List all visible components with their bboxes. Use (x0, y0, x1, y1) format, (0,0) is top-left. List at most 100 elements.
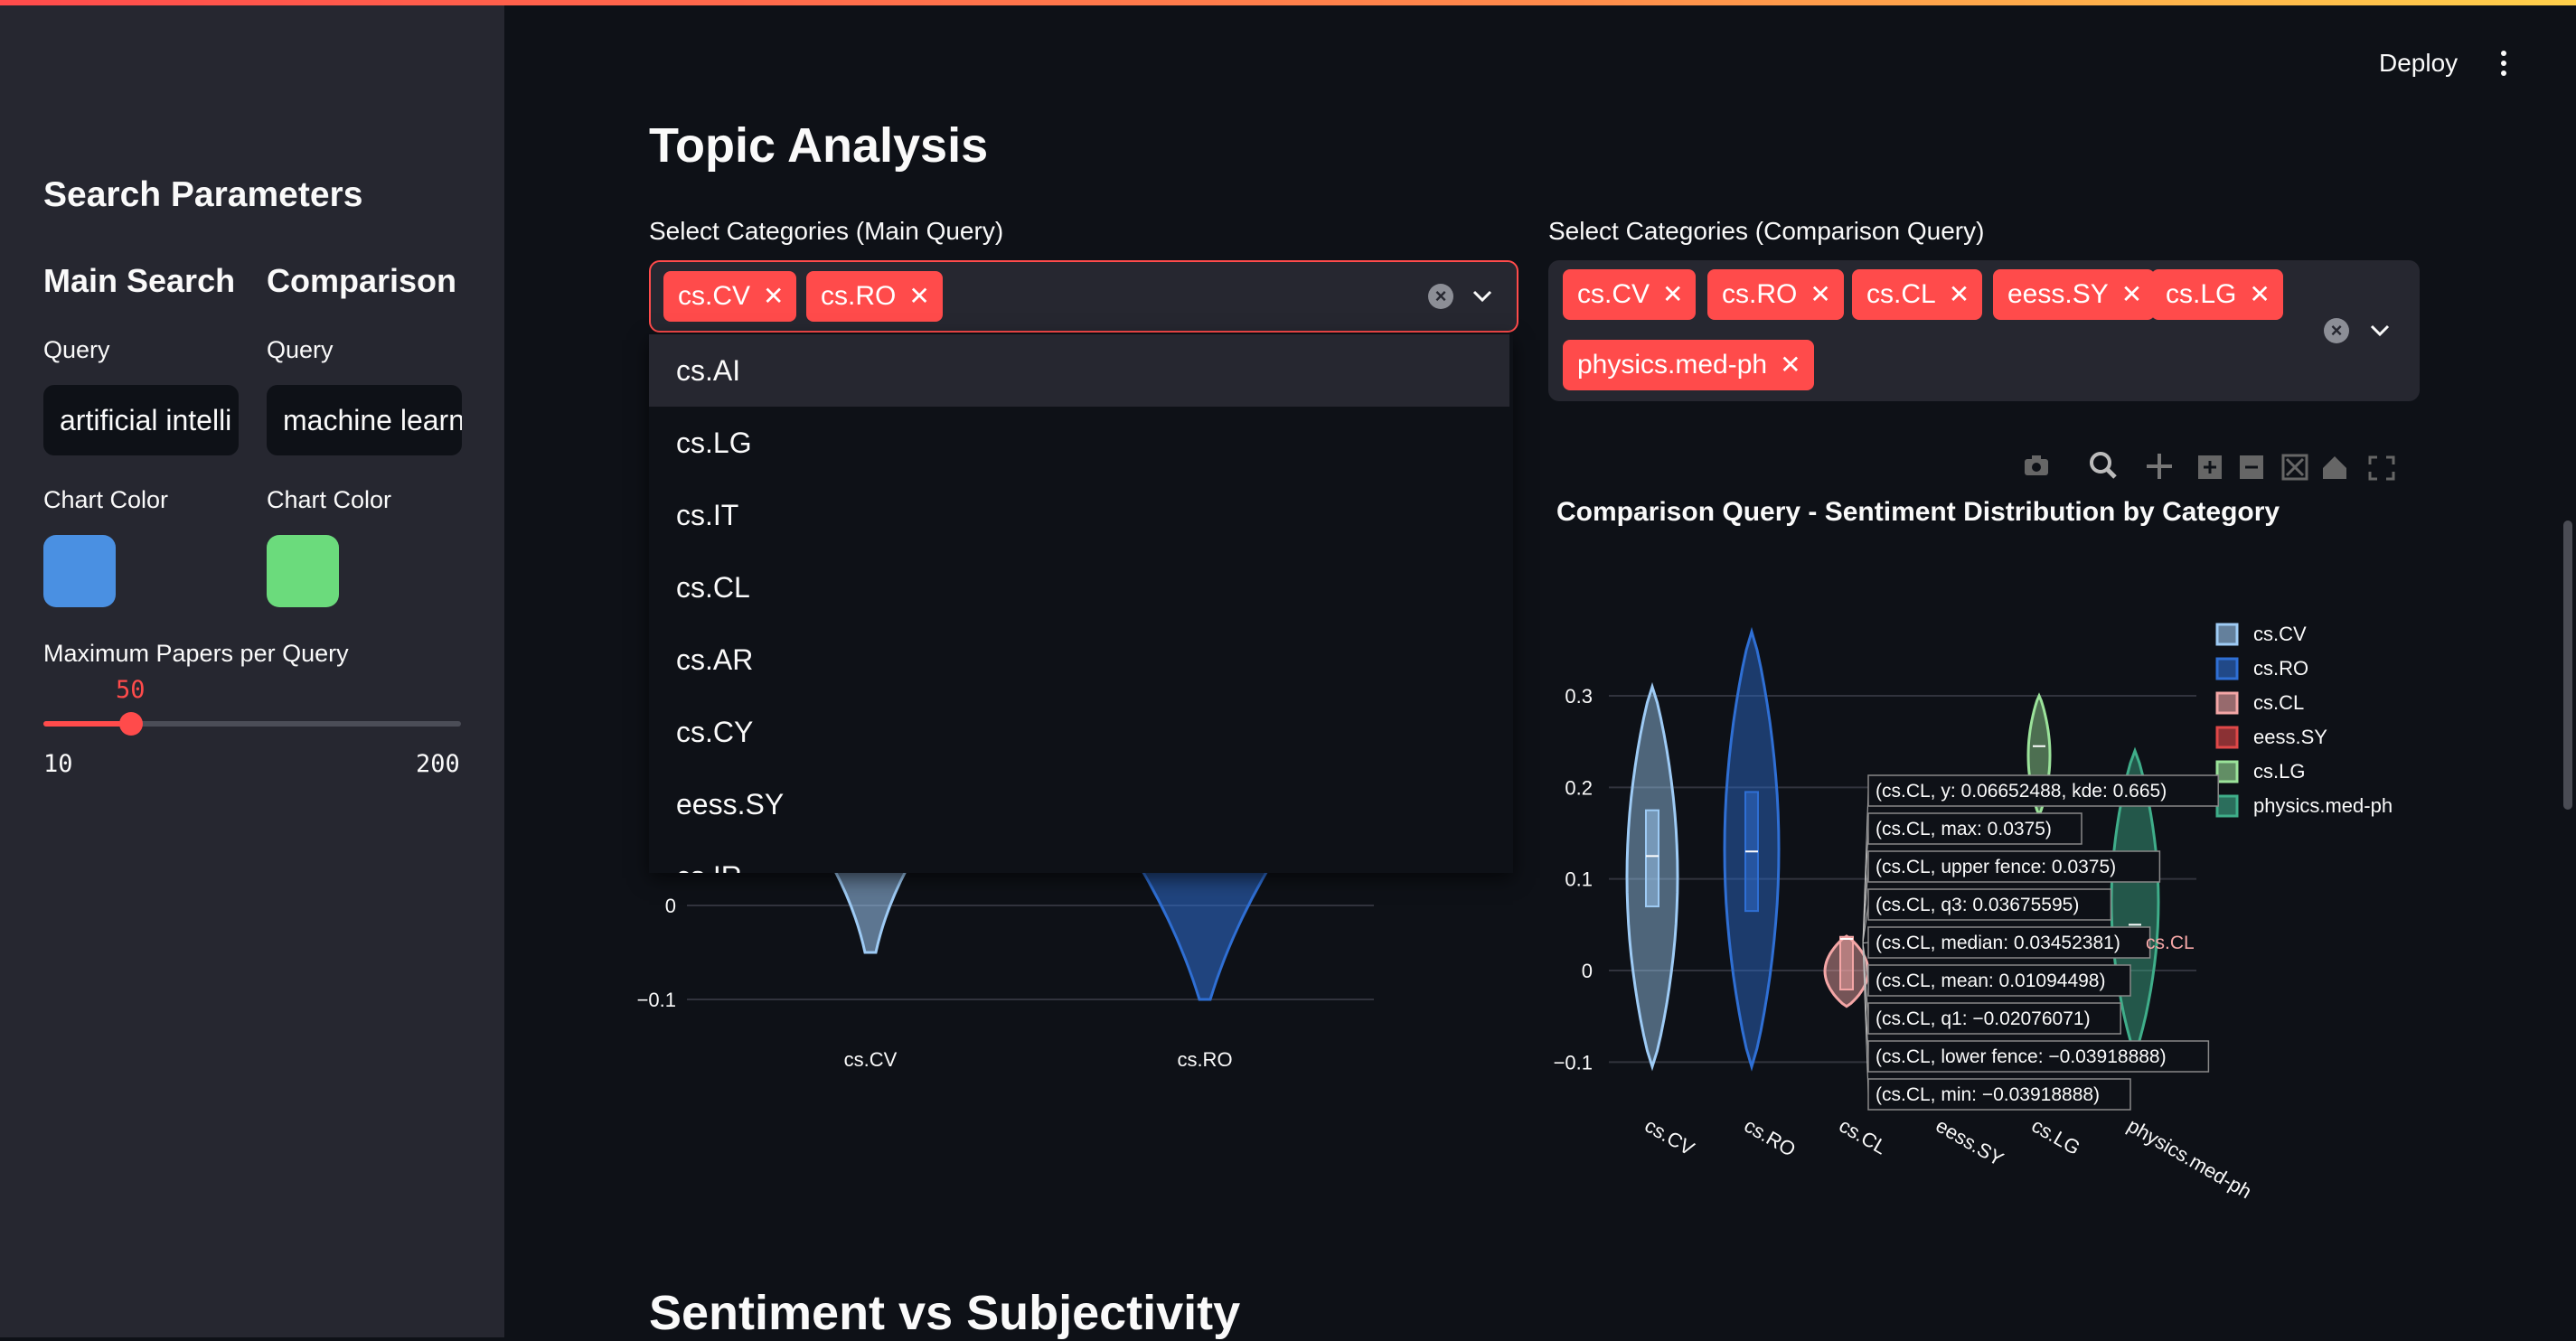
slider-min: 10 (43, 750, 73, 778)
box-cs-CL (1839, 935, 1854, 991)
comparison-heading: Comparison (267, 262, 457, 299)
cmp-tag-cs-cv[interactable]: cs.CV ✕ (1563, 269, 1697, 320)
hover-tooltip-text: (cs.CL, median: 0.03452381) (1876, 933, 2120, 953)
comparison-color-picker[interactable] (267, 535, 339, 607)
x-tick-label: eess.SY (1932, 1114, 2008, 1171)
x-tick-label: cs.CV (844, 1048, 898, 1071)
remove-tag-icon[interactable]: ✕ (2249, 280, 2270, 308)
papers-slider[interactable] (43, 712, 461, 736)
y-tick-label: 0.2 (1565, 776, 1593, 799)
reset-axes-home-icon[interactable] (2323, 456, 2346, 479)
comparison-select-label: Select Categories (Comparison Query) (1548, 217, 1985, 245)
page-title: Topic Analysis (649, 118, 989, 173)
pan-icon[interactable] (2147, 454, 2172, 479)
legend-label[interactable]: cs.CL (2253, 691, 2304, 714)
hover-tooltip-text: (cs.CL, lower fence: −0.03918888) (1876, 1046, 2167, 1067)
main-category-multiselect[interactable]: cs.CV ✕ cs.RO ✕ × (649, 260, 1518, 333)
dropdown-option[interactable]: cs.AR (649, 624, 1509, 696)
legend-label[interactable]: eess.SY (2253, 726, 2327, 748)
page-scrollbar[interactable] (2563, 520, 2572, 810)
hover-tooltip-text: (cs.CL, mean: 0.01094498) (1876, 971, 2105, 991)
tooltip-connector (1862, 942, 1869, 944)
remove-tag-icon[interactable]: ✕ (908, 282, 929, 310)
legend-label[interactable]: cs.LG (2253, 760, 2305, 783)
hover-tooltip-text: (cs.CL, max: 0.0375) (1876, 819, 2052, 839)
chevron-down-icon[interactable] (2369, 324, 2391, 338)
dropdown-option[interactable]: eess.SY (649, 768, 1509, 840)
y-tick-label: −0.1 (637, 989, 676, 1011)
clear-all-icon[interactable]: × (2324, 318, 2349, 343)
comparison-violin-chart[interactable]: Comparison Query - Sentiment Distributio… (1528, 479, 2431, 1220)
main-tag-cs-ro[interactable]: cs.RO ✕ (806, 271, 943, 322)
comparison-query-label: Query (267, 336, 334, 363)
slider-value: 50 (116, 676, 146, 704)
remove-tag-icon[interactable]: ✕ (1949, 280, 1970, 308)
deploy-button[interactable]: Deploy (2379, 49, 2458, 78)
slider-label: Maximum Papers per Query (43, 640, 349, 667)
legend-label[interactable]: cs.CV (2253, 623, 2307, 645)
sidebar-title: Search Parameters (43, 175, 363, 214)
dropdown-option[interactable]: cs.IR (649, 840, 1509, 873)
remove-tag-icon[interactable]: ✕ (763, 282, 784, 310)
cmp-tag-physics-med-ph[interactable]: physics.med-ph ✕ (1563, 340, 1814, 390)
remove-tag-icon[interactable]: ✕ (2121, 280, 2142, 308)
cmp-tag-cs-lg[interactable]: cs.LG ✕ (2151, 269, 2283, 320)
legend-label[interactable]: physics.med-ph (2253, 794, 2393, 817)
legend-swatch[interactable] (2215, 691, 2239, 715)
slider-max: 200 (416, 750, 460, 778)
slider-thumb[interactable] (119, 712, 144, 736)
remove-tag-icon[interactable]: ✕ (1780, 351, 1800, 379)
hover-tooltip-text: (cs.CL, upper fence: 0.0375) (1876, 857, 2116, 877)
legend-swatch[interactable] (2215, 657, 2239, 680)
cmp-tag-eess-sy[interactable]: eess.SY ✕ (1993, 269, 2156, 320)
slider-fill (43, 721, 132, 727)
violin-cs-RO[interactable] (1139, 867, 1271, 1001)
camera-icon[interactable] (2025, 455, 2048, 475)
main-query-input[interactable]: artificial intelli (43, 385, 239, 455)
x-tick-label: cs.RO (1741, 1114, 1800, 1161)
zoom-in-icon[interactable] (2198, 455, 2222, 479)
violin-cs-CV[interactable] (832, 867, 909, 954)
legend-swatch[interactable] (2215, 794, 2239, 818)
comparison-category-multiselect[interactable]: cs.CV ✕ cs.RO ✕ cs.CL ✕ eess.SY ✕ cs.LG ✕ phy… (1548, 260, 2420, 401)
hover-tooltip-text: (cs.CL, q1: −0.02076071) (1876, 1008, 2091, 1029)
y-tick-label: 0.1 (1565, 868, 1593, 891)
dropdown-option[interactable]: cs.CL (649, 551, 1509, 624)
chevron-down-icon[interactable] (1471, 289, 1493, 304)
chart-title: Comparison Query - Sentiment Distributio… (1556, 497, 2280, 527)
hover-tooltip-text: (cs.CL, y: 0.06652488, kde: 0.665) (1876, 781, 2167, 802)
legend-swatch[interactable] (2215, 726, 2239, 749)
category-dropdown-menu[interactable]: cs.AIcs.LGcs.ITcs.CLcs.ARcs.CYeess.SYcs.… (649, 334, 1513, 873)
comparison-query-input[interactable]: machine learn (267, 385, 462, 455)
main-search-heading: Main Search (43, 262, 236, 299)
clear-all-icon[interactable]: × (1428, 284, 1453, 309)
main-color-picker[interactable] (43, 535, 116, 607)
dropdown-option[interactable]: cs.CY (649, 696, 1509, 768)
dropdown-option[interactable]: cs.IT (649, 479, 1509, 551)
main-menu-icon[interactable] (2499, 51, 2508, 78)
main-query-label: Query (43, 336, 110, 363)
y-tick-label: 0.3 (1565, 685, 1593, 708)
dropdown-option[interactable]: cs.LG (649, 407, 1509, 479)
legend-label[interactable]: cs.RO (2253, 657, 2308, 680)
y-tick-label: 0 (1582, 960, 1593, 982)
hover-category-label: cs.CL (2146, 933, 2195, 953)
fullscreen-icon[interactable] (2368, 455, 2395, 481)
section-title-sentiment-subjectivity: Sentiment vs Subjectivity (649, 1286, 1241, 1340)
main-tag-cs-cv[interactable]: cs.CV ✕ (663, 271, 797, 322)
cmp-tag-cs-cl[interactable]: cs.CL ✕ (1852, 269, 1983, 320)
cmp-tag-cs-ro[interactable]: cs.RO ✕ (1707, 269, 1844, 320)
legend-swatch[interactable] (2215, 623, 2239, 646)
x-tick-label: cs.LG (2028, 1114, 2084, 1159)
remove-tag-icon[interactable]: ✕ (1810, 280, 1830, 308)
dropdown-option[interactable]: cs.AI (649, 334, 1509, 407)
box-cs-CV (1645, 809, 1659, 908)
autoscale-icon[interactable] (2281, 454, 2308, 481)
y-tick-label: −0.1 (1554, 1051, 1593, 1074)
x-tick-label: cs.RO (1177, 1048, 1232, 1071)
zoom-out-icon[interactable] (2240, 455, 2263, 479)
comparison-color-label: Chart Color (267, 486, 392, 513)
remove-tag-icon[interactable]: ✕ (1662, 280, 1683, 308)
legend-swatch[interactable] (2215, 760, 2239, 783)
zoom-icon[interactable] (2090, 452, 2117, 479)
